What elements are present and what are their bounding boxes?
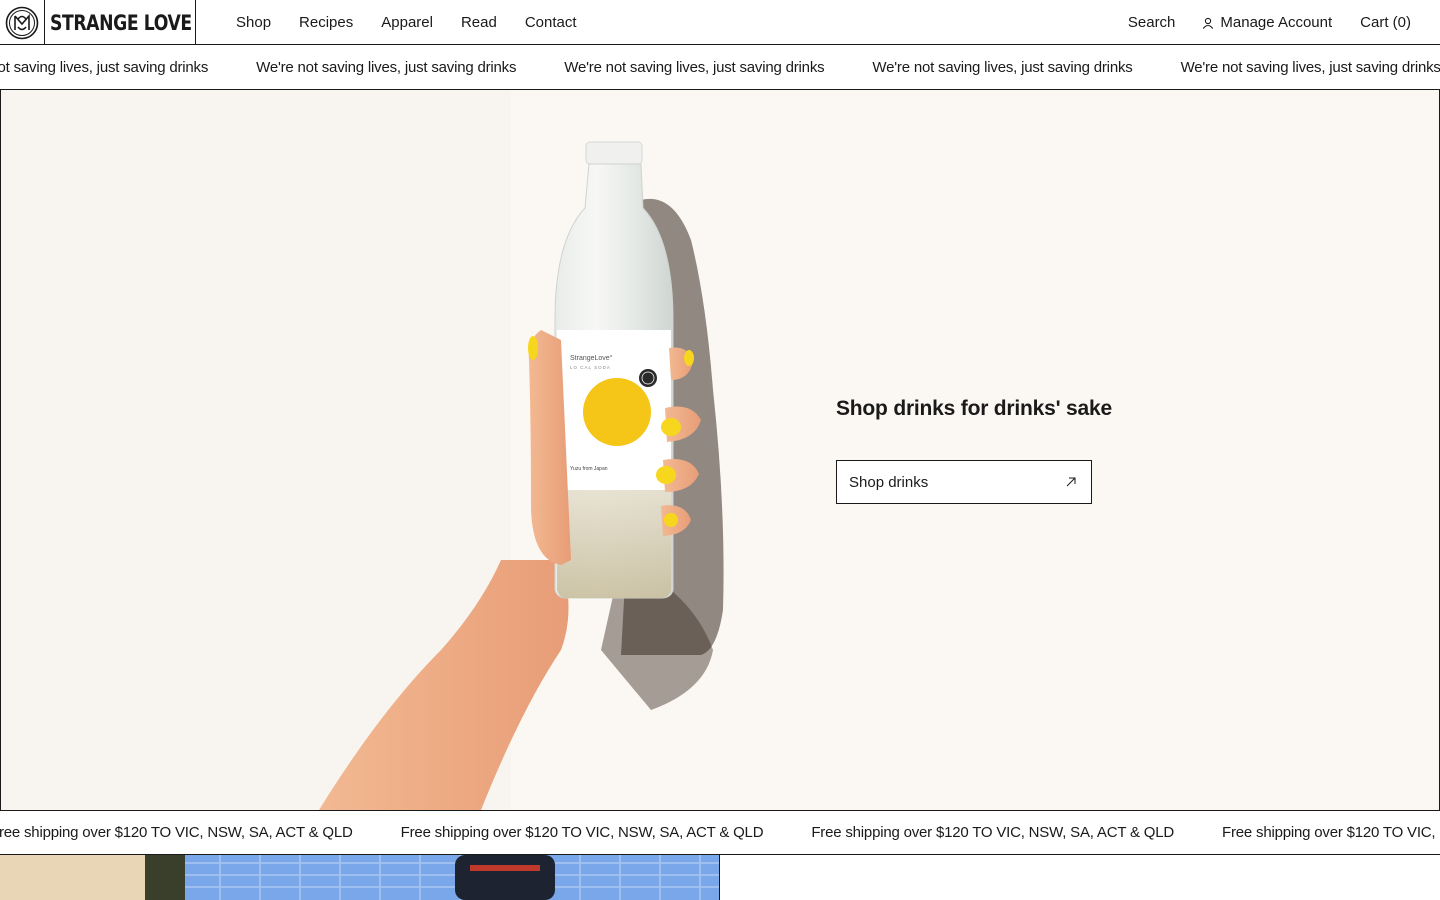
utility-nav: Search Manage Account Cart (0) (1128, 0, 1411, 45)
hero-section: StrangeLove° LO CAL SODA Yuzu from Japan… (0, 90, 1440, 810)
lifestyle-image (0, 855, 720, 900)
marquee-item: Free shipping over $120 TO VIC, NSW, SA,… (400, 824, 764, 841)
marquee-item: We're not saving lives, just saving drin… (1180, 58, 1440, 76)
svg-text:LO CAL SODA: LO CAL SODA (570, 365, 611, 370)
marquee-track: Free shipping over $120 TO VIC, NSW, SA,… (0, 824, 1440, 841)
marquee-track: We're not saving lives, just saving drin… (0, 59, 1440, 76)
marquee-item: We're not saving lives, just saving drin… (256, 58, 517, 76)
nav-item-read[interactable]: Read (461, 14, 497, 31)
announcement-marquee: We're not saving lives, just saving drin… (0, 45, 1440, 90)
marquee-item: Free shipping over $120 TO VIC, NSW, SA,… (1222, 824, 1440, 841)
marquee-item: Free shipping over $120 TO VIC, NSW, SA,… (811, 824, 1175, 841)
hero-title: Shop drinks for drinks' sake (836, 397, 1112, 420)
shop-drinks-button-label: Shop drinks (849, 473, 929, 491)
marquee-item: We're not saving lives, just saving drin… (564, 58, 825, 76)
brand-wordmark[interactable]: STRANGE LOVE (45, 0, 196, 45)
hero-product-image: StrangeLove° LO CAL SODA Yuzu from Japan (319, 141, 724, 810)
nav-item-contact[interactable]: Contact (525, 14, 577, 31)
marquee-item: We're not saving lives, just saving drin… (872, 58, 1133, 76)
arrow-up-right-icon (1066, 477, 1076, 487)
marquee-item: We're not saving lives, just saving drin… (0, 58, 209, 76)
marquee-item: Free shipping over $120 TO VIC, NSW, SA,… (0, 824, 353, 841)
shop-drinks-button[interactable]: Shop drinks (836, 460, 1092, 504)
nav-item-apparel[interactable]: Apparel (381, 14, 433, 31)
search-link[interactable]: Search (1128, 14, 1176, 31)
cart-link[interactable]: Cart (0) (1360, 14, 1411, 31)
sl-monogram-logo-icon[interactable] (0, 0, 45, 45)
manage-account-label: Manage Account (1220, 14, 1333, 31)
svg-text:Yuzu from Japan: Yuzu from Japan (570, 466, 608, 472)
nav-item-shop[interactable]: Shop (236, 14, 271, 31)
manage-account-link[interactable]: Manage Account (1202, 14, 1332, 31)
lifestyle-image-art (0, 855, 719, 900)
shipping-marquee: Free shipping over $120 TO VIC, NSW, SA,… (0, 810, 1440, 855)
site-header: STRANGE LOVE Shop Recipes Apparel Read C… (0, 0, 1440, 45)
svg-text:StrangeLove°: StrangeLove° (570, 354, 613, 362)
main-nav: Shop Recipes Apparel Read Contact (236, 0, 577, 45)
logo-monogram-svg (5, 6, 39, 39)
nav-item-recipes[interactable]: Recipes (299, 14, 353, 31)
user-icon (1203, 17, 1214, 29)
below-fold-section (0, 855, 1440, 900)
brand-wordmark-text: STRANGE LOVE (50, 10, 192, 35)
